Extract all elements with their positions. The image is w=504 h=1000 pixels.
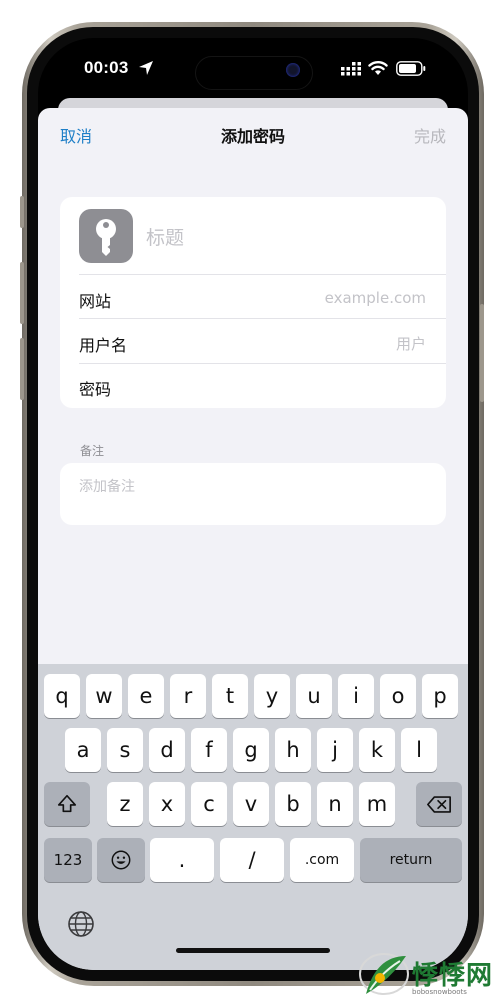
- notes-field[interactable]: 添加备注: [79, 476, 135, 496]
- key-m[interactable]: m: [359, 782, 395, 826]
- website-field[interactable]: example.com: [325, 289, 426, 307]
- volume-up-button: [20, 262, 24, 324]
- action-button: [20, 196, 24, 228]
- dotcom-key[interactable]: .com: [290, 838, 354, 882]
- divider: [79, 318, 446, 319]
- status-time: 00:03: [84, 58, 129, 77]
- key-d[interactable]: d: [149, 728, 185, 772]
- delete-key[interactable]: [416, 782, 462, 826]
- key-k[interactable]: k: [359, 728, 395, 772]
- front-camera: [286, 63, 300, 77]
- key-c[interactable]: c: [191, 782, 227, 826]
- password-field[interactable]: [180, 367, 426, 407]
- key-h[interactable]: h: [275, 728, 311, 772]
- notes-card[interactable]: 添加备注: [60, 463, 446, 525]
- key-v[interactable]: v: [233, 782, 269, 826]
- screenshot-canvas: 00:03 添加密码 取消 完成 标题 网站 example.com 用户名 用…: [0, 0, 504, 1000]
- watermark-logo-icon: [359, 953, 409, 995]
- key-q[interactable]: q: [44, 674, 80, 718]
- notes-section-label: 备注: [80, 444, 105, 458]
- delete-icon: [427, 795, 451, 813]
- keyboard: qwertyuiop asdfghjkl zxcvbnm 123 . / .co…: [38, 664, 468, 970]
- key-b[interactable]: b: [275, 782, 311, 826]
- done-button[interactable]: 完成: [414, 123, 446, 147]
- wifi-icon: [368, 61, 388, 75]
- power-button: [480, 304, 484, 402]
- website-label: 网站: [79, 292, 112, 311]
- divider: [79, 274, 446, 275]
- username-field[interactable]: 用户: [396, 333, 426, 354]
- password-label: 密码: [79, 380, 112, 399]
- battery-icon: [396, 61, 426, 76]
- cancel-button[interactable]: 取消: [60, 123, 92, 147]
- key-u[interactable]: u: [296, 674, 332, 718]
- key-x[interactable]: x: [149, 782, 185, 826]
- phone-screen: 00:03 添加密码 取消 完成 标题 网站 example.com 用户名 用…: [38, 38, 468, 970]
- emoji-key[interactable]: [97, 838, 145, 882]
- key-n[interactable]: n: [317, 782, 353, 826]
- key-e[interactable]: e: [128, 674, 164, 718]
- period-key[interactable]: .: [150, 838, 214, 882]
- key-o[interactable]: o: [380, 674, 416, 718]
- slash-key[interactable]: /: [220, 838, 284, 882]
- key-w[interactable]: w: [86, 674, 122, 718]
- shift-key[interactable]: [44, 782, 90, 826]
- home-indicator[interactable]: [176, 948, 330, 953]
- key-r[interactable]: r: [170, 674, 206, 718]
- watermark-site: bobosnowboots: [412, 988, 467, 996]
- key-j[interactable]: j: [317, 728, 353, 772]
- key-a[interactable]: a: [65, 728, 101, 772]
- username-label: 用户名: [79, 336, 128, 355]
- key-p[interactable]: p: [422, 674, 458, 718]
- globe-icon[interactable]: [66, 909, 96, 939]
- location-arrow-icon: [139, 61, 153, 75]
- volume-down-button: [20, 338, 24, 400]
- numbers-key[interactable]: 123: [44, 838, 92, 882]
- sheet-title: 添加密码: [220, 127, 285, 146]
- key-g[interactable]: g: [233, 728, 269, 772]
- emoji-icon: [111, 850, 131, 870]
- return-key[interactable]: return: [360, 838, 462, 882]
- key-f[interactable]: f: [191, 728, 227, 772]
- key-s[interactable]: s: [107, 728, 143, 772]
- key-z[interactable]: z: [107, 782, 143, 826]
- key-icon: [96, 219, 116, 256]
- cellular-signal-icon: [341, 62, 361, 76]
- key-i[interactable]: i: [338, 674, 374, 718]
- divider: [79, 363, 446, 364]
- key-t[interactable]: t: [212, 674, 248, 718]
- key-l[interactable]: l: [401, 728, 437, 772]
- shift-icon: [57, 794, 77, 813]
- password-icon-tile: [79, 209, 133, 263]
- watermark-brand: 悸悸网: [412, 961, 494, 991]
- credential-card: 标题 网站 example.com 用户名 用户 密码: [60, 197, 446, 408]
- key-y[interactable]: y: [254, 674, 290, 718]
- title-field[interactable]: 标题: [146, 223, 184, 250]
